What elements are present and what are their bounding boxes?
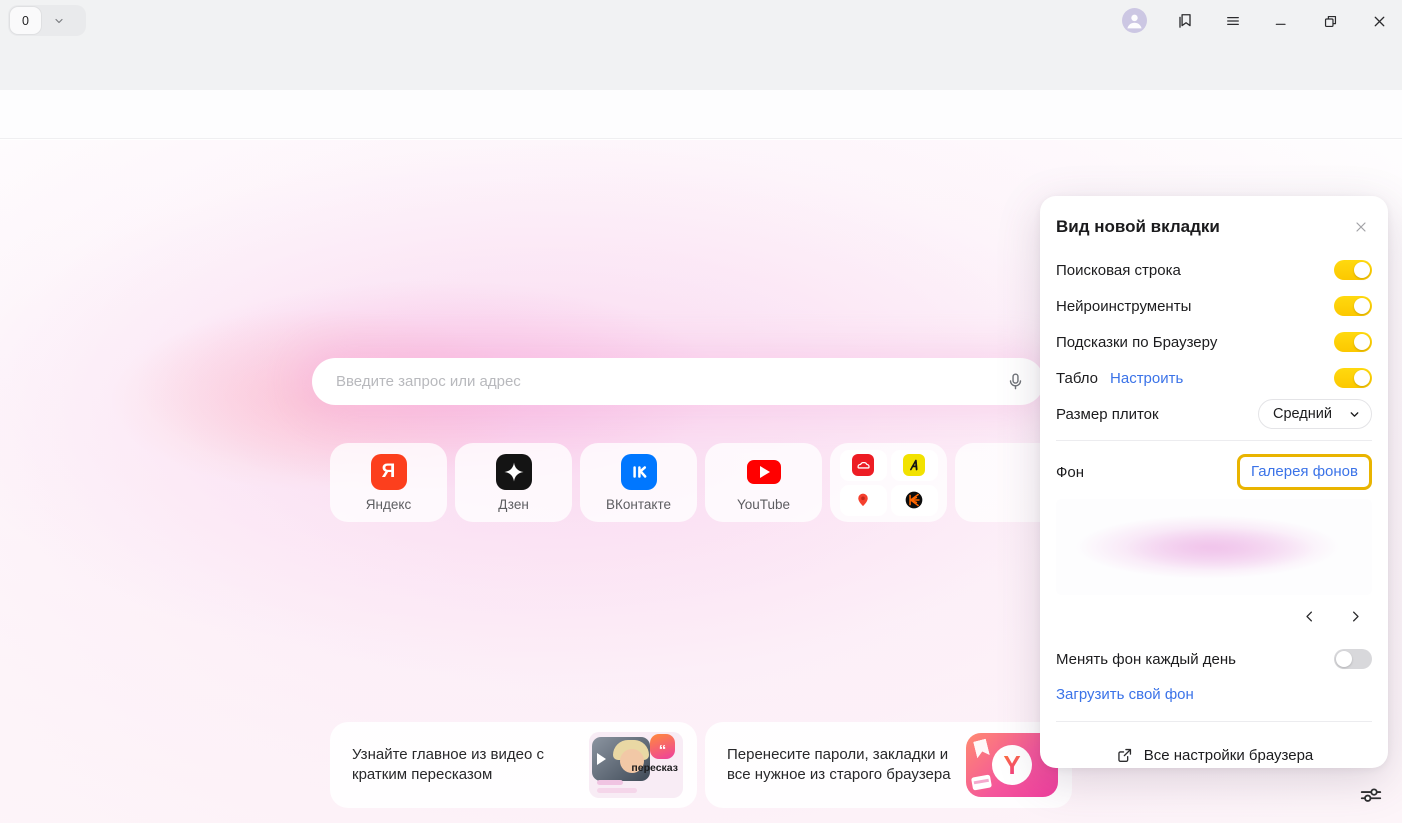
tile-size-value: Средний — [1273, 406, 1332, 422]
new-tab-settings-panel: Вид новой вкладки Поисковая строка Нейро… — [1040, 196, 1388, 768]
divider — [1056, 721, 1372, 722]
map-pin-icon — [852, 489, 874, 511]
background-gallery-link[interactable]: Галерея фонов — [1251, 463, 1358, 480]
tile-yandex[interactable]: Я Яндекс — [330, 443, 447, 522]
bookmarks-bar: Чат с Алисой AI Редактор Переводчик — [0, 90, 1402, 139]
prev-background-icon[interactable] — [1298, 605, 1320, 627]
play-icon — [597, 753, 606, 765]
mini-tile-autoru[interactable] — [840, 450, 887, 481]
yandex-browser-logo: Y — [1003, 750, 1020, 781]
setting-row-search-bar: Поисковая строка — [1056, 252, 1372, 288]
setting-label: Табло — [1056, 370, 1098, 387]
tile-label: ВКонтакте — [606, 497, 671, 512]
minimize-button[interactable] — [1268, 8, 1294, 34]
autoru-car-icon — [852, 454, 874, 476]
dzen-star-icon — [496, 454, 532, 490]
divider — [1056, 440, 1372, 441]
daily-background-toggle[interactable] — [1334, 649, 1372, 669]
search-input[interactable] — [336, 373, 1005, 390]
all-settings-label: Все настройки браузера — [1144, 747, 1314, 764]
mini-tile-avito[interactable] — [891, 450, 938, 481]
promo-card-video-summary[interactable]: Узнайте главное из видео с кратким перес… — [330, 722, 697, 808]
neuro-tools-toggle[interactable] — [1334, 296, 1372, 316]
panel-close-icon[interactable] — [1350, 216, 1372, 238]
tablo-toggle[interactable] — [1334, 368, 1372, 388]
titlebar: 0 — [0, 0, 1402, 42]
tablo-configure-link[interactable]: Настроить — [1110, 370, 1183, 387]
bookmark-shape-icon — [973, 739, 990, 759]
background-preview[interactable] — [1056, 499, 1372, 595]
setting-label: Нейроинструменты — [1056, 298, 1191, 315]
mini-tile-kinopoisk[interactable] — [891, 485, 938, 516]
setting-label: Фон — [1056, 464, 1084, 481]
setting-label: Размер плиток — [1056, 406, 1159, 423]
panel-title: Вид новой вкладки — [1056, 217, 1220, 237]
browser-window: 0 Я — [0, 0, 1402, 823]
collections-icon[interactable] — [1172, 8, 1198, 34]
setting-row-background: Фон Галерея фонов — [1056, 449, 1372, 495]
setting-label: Менять фон каждый день — [1056, 651, 1236, 668]
external-link-icon — [1115, 746, 1134, 765]
chevron-down-icon — [1348, 408, 1361, 421]
tab-strip[interactable]: 0 — [8, 5, 86, 36]
search-box[interactable] — [312, 358, 1044, 405]
toolbar: Я — [0, 42, 1402, 90]
setting-row-tile-size: Размер плиток Средний — [1056, 396, 1372, 432]
tile-size-select[interactable]: Средний — [1258, 399, 1372, 429]
avito-icon — [903, 454, 925, 476]
vk-icon — [621, 454, 657, 490]
upload-background-link[interactable]: Загрузить свой фон — [1056, 686, 1194, 703]
promo-card-import[interactable]: Перенесите пароли, закладки и все нужное… — [705, 722, 1072, 808]
all-browser-settings-button[interactable]: Все настройки браузера — [1056, 730, 1372, 780]
tile-label: Дзен — [498, 497, 529, 512]
card-shape-icon — [971, 774, 992, 790]
kinopoisk-icon — [903, 489, 925, 511]
tile-group[interactable] — [830, 443, 947, 522]
tile-dzen[interactable]: Дзен — [455, 443, 572, 522]
promo-text: Перенесите пароли, закладки и все нужное… — [727, 745, 959, 786]
tab-list-chevron-down-icon[interactable] — [53, 15, 65, 27]
close-button[interactable] — [1366, 8, 1392, 34]
mini-tile-maps[interactable] — [840, 485, 887, 516]
tile-label: Яндекс — [366, 497, 411, 512]
background-carousel-nav — [1056, 603, 1372, 629]
browser-tips-toggle[interactable] — [1334, 332, 1372, 352]
tile-vkontakte[interactable]: ВКонтакте — [580, 443, 697, 522]
tab-count-label: 0 — [22, 14, 29, 28]
restore-button[interactable] — [1317, 8, 1343, 34]
video-thumbnail — [592, 737, 650, 781]
next-background-icon[interactable] — [1344, 605, 1366, 627]
setting-row-tablo: Табло Настроить — [1056, 360, 1372, 396]
setting-label: Поисковая строка — [1056, 262, 1181, 279]
youtube-icon — [746, 454, 782, 490]
tab-counter[interactable]: 0 — [10, 7, 41, 34]
yandex-tile-icon: Я — [371, 454, 407, 490]
profile-avatar[interactable] — [1122, 8, 1147, 33]
promo-text: Узнайте главное из видео с кратким перес… — [352, 745, 584, 786]
tile-label: YouTube — [737, 497, 790, 512]
gallery-highlight-box: Галерея фонов — [1237, 454, 1372, 490]
tile-group-grid — [840, 450, 938, 516]
tile-youtube[interactable]: YouTube — [705, 443, 822, 522]
microphone-icon[interactable] — [1005, 371, 1026, 392]
quote-badge-icon: “ — [650, 734, 675, 759]
setting-row-daily-background: Менять фон каждый день — [1056, 641, 1372, 677]
search-bar-toggle[interactable] — [1334, 260, 1372, 280]
page-settings-sliders-icon[interactable] — [1356, 780, 1386, 810]
setting-row-browser-tips: Подсказки по Браузеру — [1056, 324, 1372, 360]
video-summary-illustration: “ пересказ — [589, 732, 683, 798]
summary-badge-label: пересказ — [631, 762, 678, 774]
setting-row-neuro-tools: Нейроинструменты — [1056, 288, 1372, 324]
menu-icon[interactable] — [1220, 8, 1246, 34]
setting-label: Подсказки по Браузеру — [1056, 334, 1217, 351]
